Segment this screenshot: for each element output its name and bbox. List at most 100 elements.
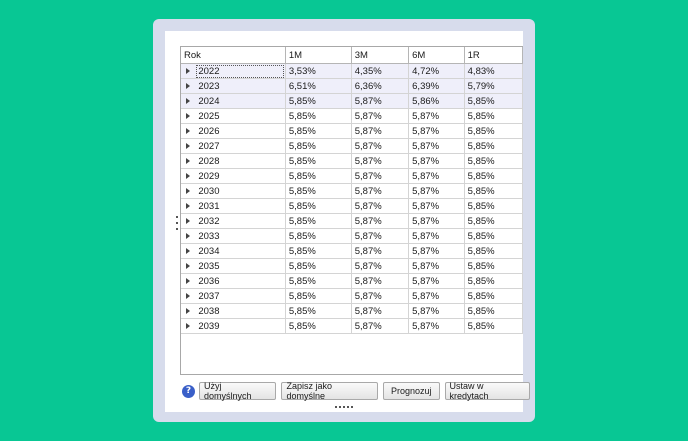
table-row[interactable]: 2029 5,85% 5,87% 5,87% 5,85% [181, 168, 523, 184]
table-row[interactable]: 2034 5,85% 5,87% 5,87% 5,85% [181, 243, 523, 259]
row-expander-icon[interactable] [181, 93, 196, 109]
year-cell[interactable]: 2035 [195, 258, 286, 274]
row-expander-icon[interactable] [181, 78, 196, 94]
rate-cell[interactable]: 5,85% [464, 153, 523, 169]
row-expander-icon[interactable] [181, 198, 196, 214]
row-expander-icon[interactable] [181, 138, 196, 154]
rate-cell[interactable]: 6,36% [351, 78, 410, 94]
table-row[interactable]: 2032 5,85% 5,87% 5,87% 5,85% [181, 213, 523, 229]
rate-cell[interactable]: 5,87% [351, 153, 410, 169]
row-expander-icon[interactable] [181, 258, 196, 274]
table-row[interactable]: 2031 5,85% 5,87% 5,87% 5,85% [181, 198, 523, 214]
year-cell[interactable]: 2025 [195, 108, 286, 124]
rate-cell[interactable]: 5,87% [408, 318, 465, 334]
year-cell[interactable]: 2031 [195, 198, 286, 214]
table-row[interactable]: 2027 5,85% 5,87% 5,87% 5,85% [181, 138, 523, 154]
row-expander-icon[interactable] [181, 153, 196, 169]
rate-cell[interactable]: 5,85% [285, 303, 352, 319]
column-header-1m[interactable]: 1M [285, 47, 352, 64]
rate-cell[interactable]: 5,86% [408, 93, 465, 109]
column-header-6m[interactable]: 6M [408, 47, 465, 64]
rate-cell[interactable]: 5,87% [351, 318, 410, 334]
year-cell[interactable]: 2032 [195, 213, 286, 229]
rate-cell[interactable]: 5,87% [351, 258, 410, 274]
row-expander-icon[interactable] [181, 63, 196, 79]
table-row[interactable]: 2030 5,85% 5,87% 5,87% 5,85% [181, 183, 523, 199]
rate-cell[interactable]: 5,85% [464, 273, 523, 289]
year-cell[interactable]: 2024 [195, 93, 286, 109]
rate-cell[interactable]: 5,87% [408, 258, 465, 274]
rate-cell[interactable]: 5,87% [351, 198, 410, 214]
row-expander-icon[interactable] [181, 303, 196, 319]
rate-cell[interactable]: 5,85% [464, 213, 523, 229]
apply-to-loans-button[interactable]: Ustaw w kredytach [444, 381, 530, 401]
table-row[interactable]: 2039 5,85% 5,87% 5,87% 5,85% [181, 318, 523, 334]
rate-cell[interactable]: 5,87% [351, 213, 410, 229]
rate-cell[interactable]: 5,85% [285, 213, 352, 229]
year-cell[interactable]: 2026 [195, 123, 286, 139]
rate-cell[interactable]: 5,85% [464, 288, 523, 304]
year-cell[interactable]: 2033 [195, 228, 286, 244]
rate-cell[interactable]: 5,87% [351, 168, 410, 184]
row-expander-icon[interactable] [181, 243, 196, 259]
rate-cell[interactable]: 4,72% [408, 63, 465, 79]
forecast-button[interactable]: Prognozuj [382, 382, 440, 400]
rate-cell[interactable]: 5,87% [351, 243, 410, 259]
table-row[interactable]: 2036 5,85% 5,87% 5,87% 5,85% [181, 273, 523, 289]
table-row[interactable]: 2022 3,53% 4,35% 4,72% 4,83% [181, 63, 523, 79]
rate-cell[interactable]: 5,85% [464, 93, 523, 109]
rate-cell[interactable]: 5,87% [351, 93, 410, 109]
rate-cell[interactable]: 5,87% [351, 138, 410, 154]
rate-cell[interactable]: 5,85% [285, 168, 352, 184]
column-header-1r[interactable]: 1R [464, 47, 523, 64]
rate-cell[interactable]: 5,85% [285, 288, 352, 304]
row-expander-icon[interactable] [181, 213, 196, 229]
rate-cell[interactable]: 5,87% [408, 243, 465, 259]
rate-cell[interactable]: 5,87% [408, 273, 465, 289]
row-expander-icon[interactable] [181, 183, 196, 199]
rate-cell[interactable]: 5,87% [351, 288, 410, 304]
rate-cell[interactable]: 5,85% [464, 228, 523, 244]
rate-cell[interactable]: 5,87% [408, 153, 465, 169]
rate-cell[interactable]: 5,87% [408, 138, 465, 154]
year-cell[interactable]: 2036 [195, 273, 286, 289]
year-cell[interactable]: 2039 [195, 318, 286, 334]
column-header-rok[interactable]: Rok [181, 47, 286, 64]
rate-cell[interactable]: 5,85% [464, 303, 523, 319]
rate-cell[interactable]: 5,87% [351, 123, 410, 139]
year-cell[interactable]: 2037 [195, 288, 286, 304]
rate-cell[interactable]: 5,85% [285, 93, 352, 109]
rate-cell[interactable]: 5,85% [285, 183, 352, 199]
row-expander-icon[interactable] [181, 108, 196, 124]
rate-cell[interactable]: 5,87% [408, 228, 465, 244]
rate-cell[interactable]: 5,87% [408, 183, 465, 199]
rate-cell[interactable]: 5,87% [408, 303, 465, 319]
year-cell[interactable]: 2027 [195, 138, 286, 154]
rate-cell[interactable]: 5,85% [464, 183, 523, 199]
rate-cell[interactable]: 5,85% [285, 108, 352, 124]
rate-cell[interactable]: 3,53% [285, 63, 352, 79]
table-row[interactable]: 2038 5,85% 5,87% 5,87% 5,85% [181, 303, 523, 319]
table-row[interactable]: 2035 5,85% 5,87% 5,87% 5,85% [181, 258, 523, 274]
rate-cell[interactable]: 5,87% [408, 108, 465, 124]
rate-cell[interactable]: 5,85% [464, 243, 523, 259]
rate-cell[interactable]: 5,85% [285, 198, 352, 214]
rate-cell[interactable]: 5,87% [408, 123, 465, 139]
rate-cell[interactable]: 5,85% [285, 228, 352, 244]
rate-cell[interactable]: 5,85% [464, 198, 523, 214]
rate-cell[interactable]: 6,39% [408, 78, 465, 94]
rate-cell[interactable]: 5,87% [408, 198, 465, 214]
rate-cell[interactable]: 5,79% [464, 78, 523, 94]
rate-cell[interactable]: 5,85% [464, 168, 523, 184]
table-row[interactable]: 2033 5,85% 5,87% 5,87% 5,85% [181, 228, 523, 244]
table-row[interactable]: 2023 6,51% 6,36% 6,39% 5,79% [181, 78, 523, 94]
help-icon[interactable]: ? [182, 384, 195, 398]
rate-cell[interactable]: 5,85% [285, 153, 352, 169]
rate-cell[interactable]: 6,51% [285, 78, 352, 94]
rate-cell[interactable]: 5,85% [464, 108, 523, 124]
horizontal-grip-icon[interactable] [335, 406, 353, 408]
year-cell[interactable]: 2038 [195, 303, 286, 319]
rate-cell[interactable]: 5,85% [464, 318, 523, 334]
rate-cell[interactable]: 5,85% [285, 123, 352, 139]
rate-cell[interactable]: 5,85% [285, 243, 352, 259]
